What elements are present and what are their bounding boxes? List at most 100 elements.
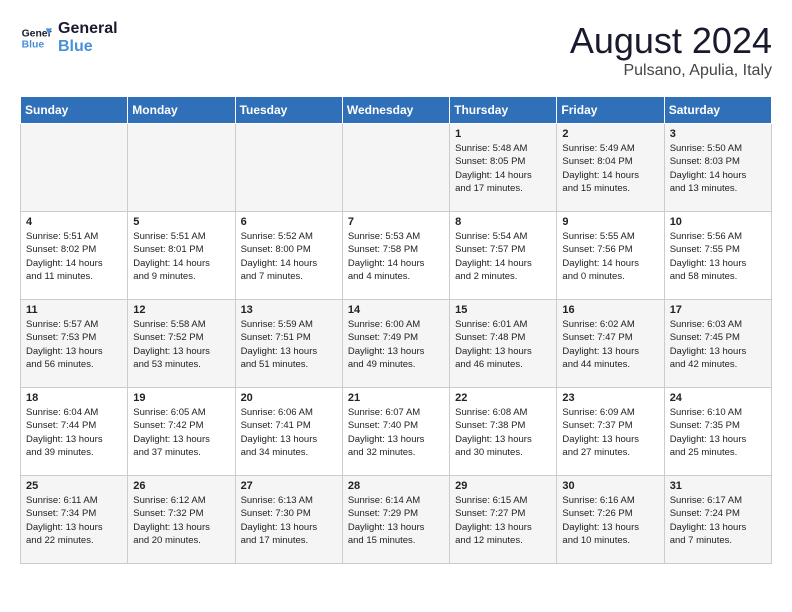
weekday-header-monday: Monday	[128, 97, 235, 124]
day-info: Sunrise: 5:52 AM Sunset: 8:00 PM Dayligh…	[241, 230, 337, 283]
day-number: 26	[133, 480, 229, 492]
calendar-cell	[235, 124, 342, 212]
day-number: 27	[241, 480, 337, 492]
calendar-cell: 5Sunrise: 5:51 AM Sunset: 8:01 PM Daylig…	[128, 212, 235, 300]
calendar-cell: 23 Sunrise: 6:09 AM Sunset: 7:37 PM Dayli…	[557, 388, 664, 476]
calendar-week-row: 11Sunrise: 5:57 AM Sunset: 7:53 PM Dayli…	[21, 300, 772, 388]
day-number: 7	[348, 216, 444, 228]
calendar-cell: 19 Sunrise: 6:05 AM Sunset: 7:42 PM Dayli…	[128, 388, 235, 476]
calendar-cell: 8 Sunrise: 5:54 AM Sunset: 7:57 PM Daylig…	[450, 212, 557, 300]
calendar-body: 1Sunrise: 5:48 AM Sunset: 8:05 PM Daylig…	[21, 124, 772, 564]
day-number: 24	[670, 392, 766, 404]
calendar-cell: 30 Sunrise: 6:16 AM Sunset: 7:26 PM Dayli…	[557, 476, 664, 564]
logo-text-blue: Blue	[58, 38, 118, 56]
weekday-header-thursday: Thursday	[450, 97, 557, 124]
day-info: Sunrise: 5:50 AM Sunset: 8:03 PM Dayligh…	[670, 142, 766, 195]
day-info: Sunrise: 5:48 AM Sunset: 8:05 PM Dayligh…	[455, 142, 551, 195]
day-number: 21	[348, 392, 444, 404]
weekday-header-friday: Friday	[557, 97, 664, 124]
page-header: General Blue General Blue August 2024 Pu…	[20, 20, 772, 80]
logo-text-general: General	[58, 20, 118, 38]
day-info: Sunrise: 6:03 AM Sunset: 7:45 PM Dayligh…	[670, 318, 766, 371]
day-info: Sunrise: 6:02 AM Sunset: 7:47 PM Dayligh…	[562, 318, 658, 371]
day-info: Sunrise: 6:07 AM Sunset: 7:40 PM Dayligh…	[348, 406, 444, 459]
calendar-cell: 10 Sunrise: 5:56 AM Sunset: 7:55 PM Dayli…	[664, 212, 771, 300]
day-number: 20	[241, 392, 337, 404]
day-number: 19	[133, 392, 229, 404]
day-info: Sunrise: 6:14 AM Sunset: 7:29 PM Dayligh…	[348, 494, 444, 547]
day-number: 8	[455, 216, 551, 228]
calendar-cell: 15Sunrise: 6:01 AM Sunset: 7:48 PM Dayli…	[450, 300, 557, 388]
calendar-cell: 6 Sunrise: 5:52 AM Sunset: 8:00 PM Daylig…	[235, 212, 342, 300]
svg-text:Blue: Blue	[22, 39, 45, 50]
day-number: 3	[670, 128, 766, 140]
calendar-table: SundayMondayTuesdayWednesdayThursdayFrid…	[20, 96, 772, 564]
day-info: Sunrise: 5:55 AM Sunset: 7:56 PM Dayligh…	[562, 230, 658, 283]
calendar-cell: 9 Sunrise: 5:55 AM Sunset: 7:56 PM Daylig…	[557, 212, 664, 300]
calendar-cell: 27Sunrise: 6:13 AM Sunset: 7:30 PM Dayli…	[235, 476, 342, 564]
day-number: 6	[241, 216, 337, 228]
day-info: Sunrise: 6:11 AM Sunset: 7:34 PM Dayligh…	[26, 494, 122, 547]
calendar-cell	[128, 124, 235, 212]
day-info: Sunrise: 6:08 AM Sunset: 7:38 PM Dayligh…	[455, 406, 551, 459]
day-number: 15	[455, 304, 551, 316]
calendar-cell: 26Sunrise: 6:12 AM Sunset: 7:32 PM Dayli…	[128, 476, 235, 564]
calendar-cell: 12Sunrise: 5:58 AM Sunset: 7:52 PM Dayli…	[128, 300, 235, 388]
weekday-header-saturday: Saturday	[664, 97, 771, 124]
day-info: Sunrise: 5:54 AM Sunset: 7:57 PM Dayligh…	[455, 230, 551, 283]
calendar-cell: 14 Sunrise: 6:00 AM Sunset: 7:49 PM Dayli…	[342, 300, 449, 388]
day-info: Sunrise: 5:56 AM Sunset: 7:55 PM Dayligh…	[670, 230, 766, 283]
day-info: Sunrise: 6:00 AM Sunset: 7:49 PM Dayligh…	[348, 318, 444, 371]
day-info: Sunrise: 5:51 AM Sunset: 8:01 PM Dayligh…	[133, 230, 229, 283]
logo-icon: General Blue	[20, 22, 52, 54]
day-info: Sunrise: 6:05 AM Sunset: 7:42 PM Dayligh…	[133, 406, 229, 459]
calendar-cell: 11Sunrise: 5:57 AM Sunset: 7:53 PM Dayli…	[21, 300, 128, 388]
calendar-cell: 18 Sunrise: 6:04 AM Sunset: 7:44 PM Dayli…	[21, 388, 128, 476]
weekday-header-sunday: Sunday	[21, 97, 128, 124]
calendar-cell	[21, 124, 128, 212]
day-info: Sunrise: 6:06 AM Sunset: 7:41 PM Dayligh…	[241, 406, 337, 459]
weekday-header-tuesday: Tuesday	[235, 97, 342, 124]
day-number: 16	[562, 304, 658, 316]
day-info: Sunrise: 6:10 AM Sunset: 7:35 PM Dayligh…	[670, 406, 766, 459]
calendar-cell: 7 Sunrise: 5:53 AM Sunset: 7:58 PM Daylig…	[342, 212, 449, 300]
day-number: 25	[26, 480, 122, 492]
day-number: 22	[455, 392, 551, 404]
day-number: 23	[562, 392, 658, 404]
calendar-cell: 22 Sunrise: 6:08 AM Sunset: 7:38 PM Dayli…	[450, 388, 557, 476]
calendar-cell: 31Sunrise: 6:17 AM Sunset: 7:24 PM Dayli…	[664, 476, 771, 564]
calendar-week-row: 18 Sunrise: 6:04 AM Sunset: 7:44 PM Dayli…	[21, 388, 772, 476]
day-info: Sunrise: 6:04 AM Sunset: 7:44 PM Dayligh…	[26, 406, 122, 459]
calendar-title: August 2024	[570, 20, 772, 62]
weekday-header-wednesday: Wednesday	[342, 97, 449, 124]
day-info: Sunrise: 6:17 AM Sunset: 7:24 PM Dayligh…	[670, 494, 766, 547]
day-info: Sunrise: 6:09 AM Sunset: 7:37 PM Dayligh…	[562, 406, 658, 459]
weekday-row: SundayMondayTuesdayWednesdayThursdayFrid…	[21, 97, 772, 124]
calendar-cell: 25 Sunrise: 6:11 AM Sunset: 7:34 PM Dayli…	[21, 476, 128, 564]
day-number: 9	[562, 216, 658, 228]
calendar-subtitle: Pulsano, Apulia, Italy	[570, 62, 772, 80]
calendar-header: SundayMondayTuesdayWednesdayThursdayFrid…	[21, 97, 772, 124]
day-number: 29	[455, 480, 551, 492]
day-info: Sunrise: 5:58 AM Sunset: 7:52 PM Dayligh…	[133, 318, 229, 371]
day-info: Sunrise: 6:16 AM Sunset: 7:26 PM Dayligh…	[562, 494, 658, 547]
calendar-cell: 1Sunrise: 5:48 AM Sunset: 8:05 PM Daylig…	[450, 124, 557, 212]
calendar-cell: 4 Sunrise: 5:51 AM Sunset: 8:02 PM Daylig…	[21, 212, 128, 300]
day-info: Sunrise: 5:53 AM Sunset: 7:58 PM Dayligh…	[348, 230, 444, 283]
day-info: Sunrise: 5:49 AM Sunset: 8:04 PM Dayligh…	[562, 142, 658, 195]
calendar-cell: 13 Sunrise: 5:59 AM Sunset: 7:51 PM Dayli…	[235, 300, 342, 388]
day-info: Sunrise: 6:15 AM Sunset: 7:27 PM Dayligh…	[455, 494, 551, 547]
day-info: Sunrise: 5:59 AM Sunset: 7:51 PM Dayligh…	[241, 318, 337, 371]
calendar-cell: 24 Sunrise: 6:10 AM Sunset: 7:35 PM Dayli…	[664, 388, 771, 476]
calendar-week-row: 25 Sunrise: 6:11 AM Sunset: 7:34 PM Dayli…	[21, 476, 772, 564]
day-number: 13	[241, 304, 337, 316]
day-number: 4	[26, 216, 122, 228]
day-info: Sunrise: 5:51 AM Sunset: 8:02 PM Dayligh…	[26, 230, 122, 283]
day-number: 14	[348, 304, 444, 316]
day-number: 18	[26, 392, 122, 404]
day-number: 10	[670, 216, 766, 228]
calendar-cell: 17Sunrise: 6:03 AM Sunset: 7:45 PM Dayli…	[664, 300, 771, 388]
calendar-cell	[342, 124, 449, 212]
day-number: 30	[562, 480, 658, 492]
title-block: August 2024 Pulsano, Apulia, Italy	[570, 20, 772, 80]
